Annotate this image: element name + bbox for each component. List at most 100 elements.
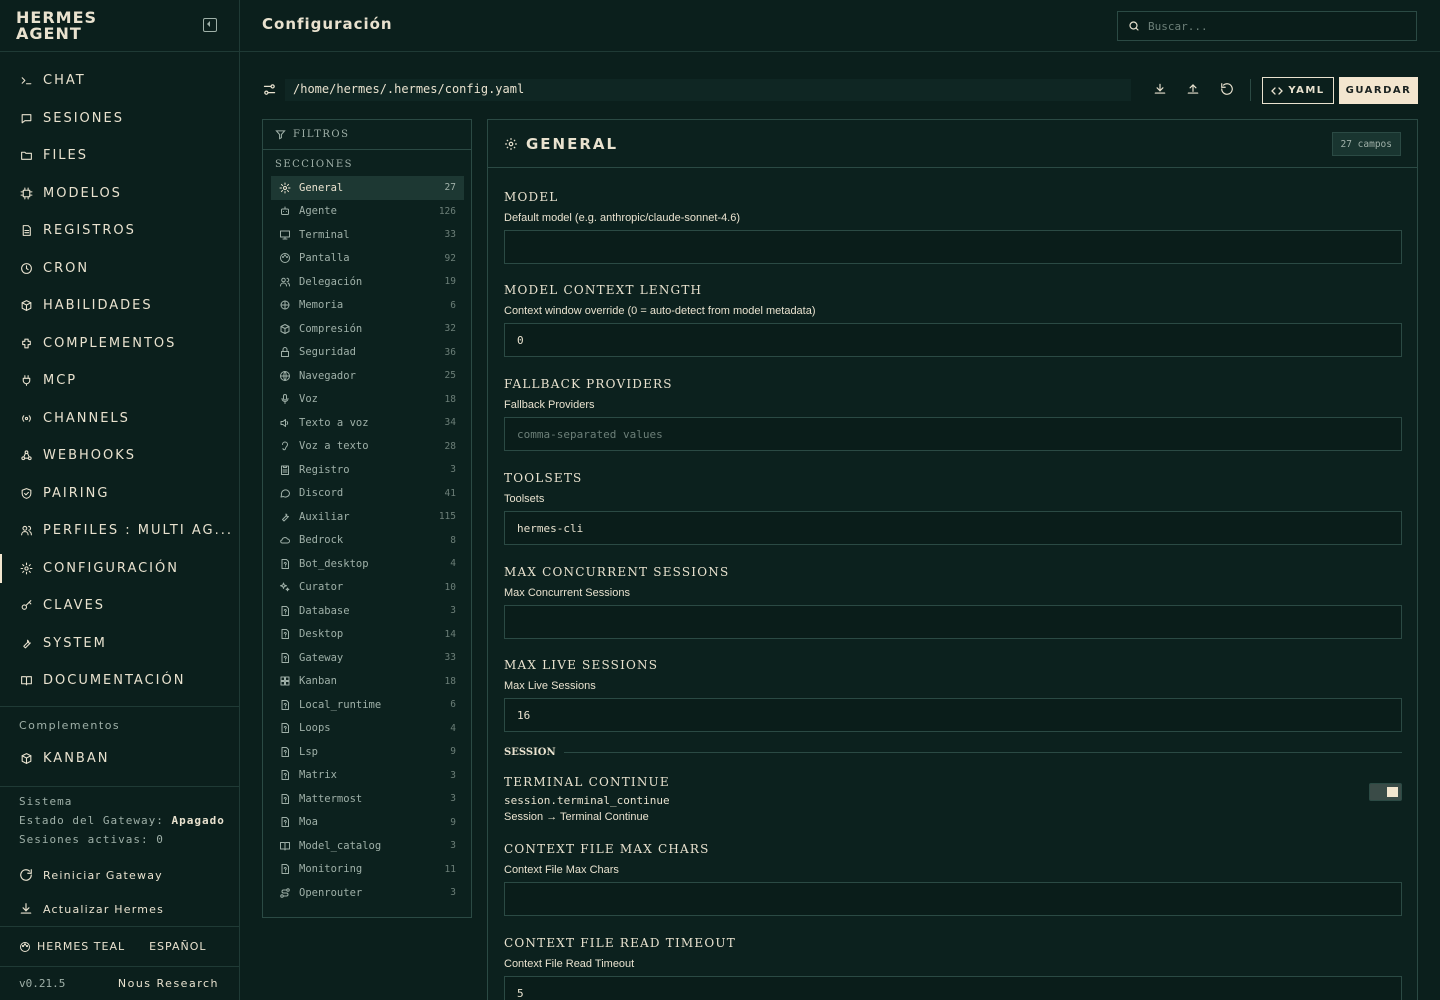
sidebar-item-system[interactable]: SYSTEM — [0, 625, 239, 663]
search-input[interactable] — [1148, 19, 1398, 33]
config-panel: GENERAL 27 campos MODEL Default model (e… — [487, 119, 1418, 1000]
update-hermes-button[interactable]: Actualizar Hermes — [0, 892, 239, 926]
section-item[interactable]: Delegación 19 — [271, 270, 464, 294]
section-item[interactable]: Matrix 3 — [271, 764, 464, 788]
collapse-sidebar-icon[interactable] — [203, 18, 217, 32]
fallback-providers-input[interactable] — [504, 417, 1402, 451]
section-item[interactable]: Terminal 33 — [271, 223, 464, 247]
max-concurrent-sessions-input[interactable] — [504, 605, 1402, 639]
section-count: 33 — [444, 229, 456, 241]
max-live-sessions-input[interactable] — [504, 698, 1402, 732]
field-label: MAX CONCURRENT SESSIONS — [504, 565, 730, 579]
section-count: 19 — [444, 276, 456, 288]
package-icon — [19, 299, 33, 313]
sidebar-item-channels[interactable]: CHANNELS — [0, 400, 239, 438]
config-path: /home/hermes/.hermes/config.yaml — [285, 79, 1131, 101]
sidebar-nav: CHAT SESIONES FILES MODELOS REGISTROS CRON HAB… — [0, 62, 239, 786]
section-item[interactable]: Gateway 33 — [271, 646, 464, 670]
section-item[interactable]: Pantalla 92 — [271, 247, 464, 271]
section-item[interactable]: Agente 126 — [271, 200, 464, 224]
gear-icon — [279, 182, 291, 194]
section-item[interactable]: Memoria 6 — [271, 294, 464, 318]
save-button[interactable]: GUARDAR — [1339, 77, 1418, 104]
puzzle-icon — [19, 336, 33, 350]
section-item[interactable]: Desktop 14 — [271, 623, 464, 647]
restart-gateway-button[interactable]: Reiniciar Gateway — [0, 858, 239, 892]
section-item[interactable]: Discord 41 — [271, 482, 464, 506]
section-item[interactable]: Curator 10 — [271, 576, 464, 600]
section-label: Navegador — [299, 369, 356, 382]
sidebar-item-pairing[interactable]: PAIRING — [0, 475, 239, 513]
theme-selector[interactable]: HERMES TEAL — [37, 940, 125, 953]
section-label: Moa — [299, 816, 318, 829]
sidebar-plugin-kanban[interactable]: KANBAN — [0, 740, 239, 778]
language-selector[interactable]: ESPAÑOL — [149, 940, 206, 953]
section-item[interactable]: Bedrock 8 — [271, 529, 464, 553]
sidebar-item-claves[interactable]: CLAVES — [0, 587, 239, 625]
sidebar-item-mcp[interactable]: MCP — [0, 362, 239, 400]
mic-icon — [279, 393, 291, 405]
file-question-icon — [279, 863, 291, 875]
section-item[interactable]: Loops 4 — [271, 717, 464, 741]
section-item[interactable]: Moa 9 — [271, 811, 464, 835]
model-input[interactable] — [504, 230, 1402, 264]
section-item[interactable]: General 27 — [271, 176, 464, 200]
section-item[interactable]: Voz 18 — [271, 388, 464, 412]
context-file-read-timeout-input[interactable] — [504, 976, 1402, 1000]
sidebar-item-files[interactable]: FILES — [0, 137, 239, 175]
section-item[interactable]: Texto a voz 34 — [271, 411, 464, 435]
section-count: 41 — [444, 487, 456, 499]
sidebar-item-label: MCP — [43, 373, 78, 389]
section-item[interactable]: Openrouter 3 — [271, 881, 464, 905]
sidebar-item-webhooks[interactable]: WEBHOOKS — [0, 437, 239, 475]
section-item[interactable]: Kanban 18 — [271, 670, 464, 694]
section-item[interactable]: Monitoring 11 — [271, 858, 464, 882]
section-item[interactable]: Registro 3 — [271, 458, 464, 482]
sidebar-item-perfiles[interactable]: PERFILES : MULTI AG... — [0, 512, 239, 550]
sidebar-item-modelos[interactable]: MODELOS — [0, 175, 239, 213]
section-label: Model_catalog — [299, 839, 382, 852]
section-count: 3 — [450, 887, 456, 899]
section-item[interactable]: Compresión 32 — [271, 317, 464, 341]
sidebar-item-documentacion[interactable]: DOCUMENTACIÓN — [0, 662, 239, 700]
section-item[interactable]: Lsp 9 — [271, 740, 464, 764]
sidebar-plugin-achievements[interactable]: ACHIEVEMENTS — [0, 777, 239, 786]
file-question-icon — [279, 558, 291, 570]
reset-icon[interactable] — [1220, 82, 1234, 96]
section-item[interactable]: Auxiliar 115 — [271, 505, 464, 529]
toolsets-input[interactable] — [504, 511, 1402, 545]
file-question-icon — [279, 605, 291, 617]
code-icon — [1271, 86, 1284, 96]
section-item[interactable]: Database 3 — [271, 599, 464, 623]
section-count: 3 — [450, 464, 456, 476]
sidebar-item-configuracion[interactable]: CONFIGURACIÓN — [0, 550, 239, 588]
sidebar-item-registros[interactable]: REGISTROS — [0, 212, 239, 250]
sidebar-item-habilidades[interactable]: HABILIDADES — [0, 287, 239, 325]
theme-bar: HERMES TEAL ESPAÑOL — [0, 926, 239, 966]
section-item[interactable]: Navegador 25 — [271, 364, 464, 388]
upload-icon[interactable] — [1186, 82, 1200, 96]
download-icon[interactable] — [1153, 82, 1167, 96]
terminal-continue-toggle[interactable] — [1369, 783, 1402, 801]
section-count: 32 — [444, 323, 456, 335]
section-item[interactable]: Model_catalog 3 — [271, 834, 464, 858]
section-count: 18 — [444, 675, 456, 687]
group-divider — [563, 752, 1402, 753]
section-item[interactable]: Voz a texto 28 — [271, 435, 464, 459]
clock-icon — [19, 261, 33, 275]
sections-title: SECCIONES — [275, 159, 354, 170]
sidebar-item-chat[interactable]: CHAT — [0, 62, 239, 100]
section-item[interactable]: Seguridad 36 — [271, 341, 464, 365]
sidebar-item-cron[interactable]: CRON — [0, 250, 239, 288]
sidebar-item-complementos[interactable]: COMPLEMENTOS — [0, 325, 239, 363]
context-file-max-chars-input[interactable] — [504, 882, 1402, 916]
section-item[interactable]: Bot_desktop 4 — [271, 552, 464, 576]
sections-list: General 27 Agente 126 Terminal 33 Pantalla 92 De… — [263, 176, 471, 905]
section-item[interactable]: Local_runtime 6 — [271, 693, 464, 717]
cpu-icon — [19, 186, 33, 200]
section-count: 8 — [450, 534, 456, 546]
context-length-input[interactable] — [504, 323, 1402, 357]
section-item[interactable]: Mattermost 3 — [271, 787, 464, 811]
yaml-toggle-button[interactable]: YAML — [1262, 77, 1334, 104]
sidebar-item-sesiones[interactable]: SESIONES — [0, 100, 239, 138]
